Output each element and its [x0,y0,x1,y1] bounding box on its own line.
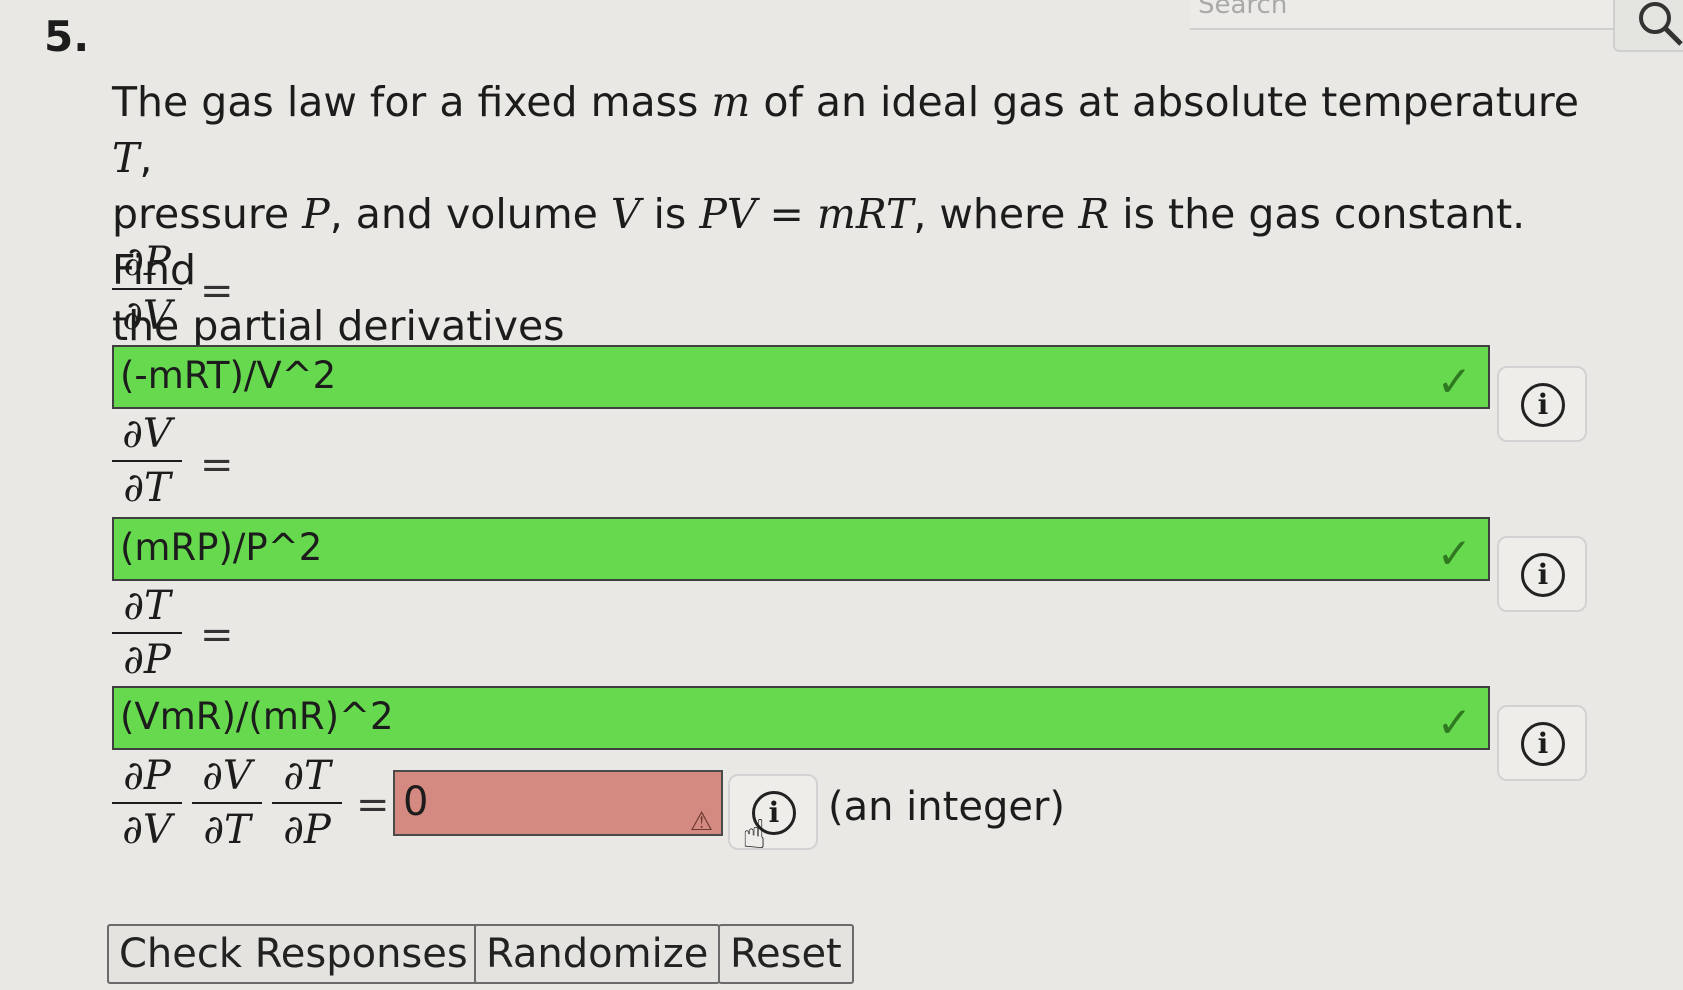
equals-sign: = [200,612,234,658]
check-icon: ✓ [1436,529,1472,578]
check-icon: ✓ [1436,698,1472,747]
info-button-2[interactable]: i [1497,536,1587,612]
equals-sign: = [200,268,234,314]
derivative-dV-dT: ∂V ∂T [112,410,182,512]
equals-sign: = [356,782,390,828]
info-button-3[interactable]: i [1497,705,1587,781]
info-icon: i [1521,722,1565,766]
answer-input-4[interactable]: 0 ⚠ [393,770,723,837]
product-fraction-2: ∂V ∂T [192,752,262,854]
randomize-button[interactable]: Randomize [474,924,721,984]
search-input[interactable]: Search [1190,0,1615,30]
question-prompt: The gas law for a fixed mass m of an ide… [112,78,1580,350]
derivative-dP-dV: ∂P ∂V [112,238,182,340]
info-icon: i [1521,383,1565,427]
product-fraction-3: ∂T ∂P [272,752,342,854]
warning-icon: ⚠ [689,807,713,837]
info-button-1[interactable]: i [1497,366,1587,442]
info-icon: i [1521,553,1565,597]
derivative-dT-dP: ∂T ∂P [112,582,182,684]
check-responses-button[interactable]: Check Responses [107,924,480,984]
answer-input-3[interactable]: (VmR)/(mR)^2 ✓ [112,686,1490,750]
equals-sign: = [200,442,234,488]
answer-hint: (an integer) [828,784,1065,830]
search-button[interactable] [1613,0,1683,52]
reset-button[interactable]: Reset [718,924,854,984]
question-number: 5. [44,12,90,61]
hand-cursor-icon: ☝ [742,812,767,858]
answer-input-2[interactable]: (mRP)/P^2 ✓ [112,517,1490,581]
product-fraction-1: ∂P ∂V [112,752,182,854]
check-icon: ✓ [1436,357,1472,406]
search-icon [1639,2,1683,46]
answer-input-1[interactable]: (-mRT)/V^2 ✓ [112,345,1490,409]
